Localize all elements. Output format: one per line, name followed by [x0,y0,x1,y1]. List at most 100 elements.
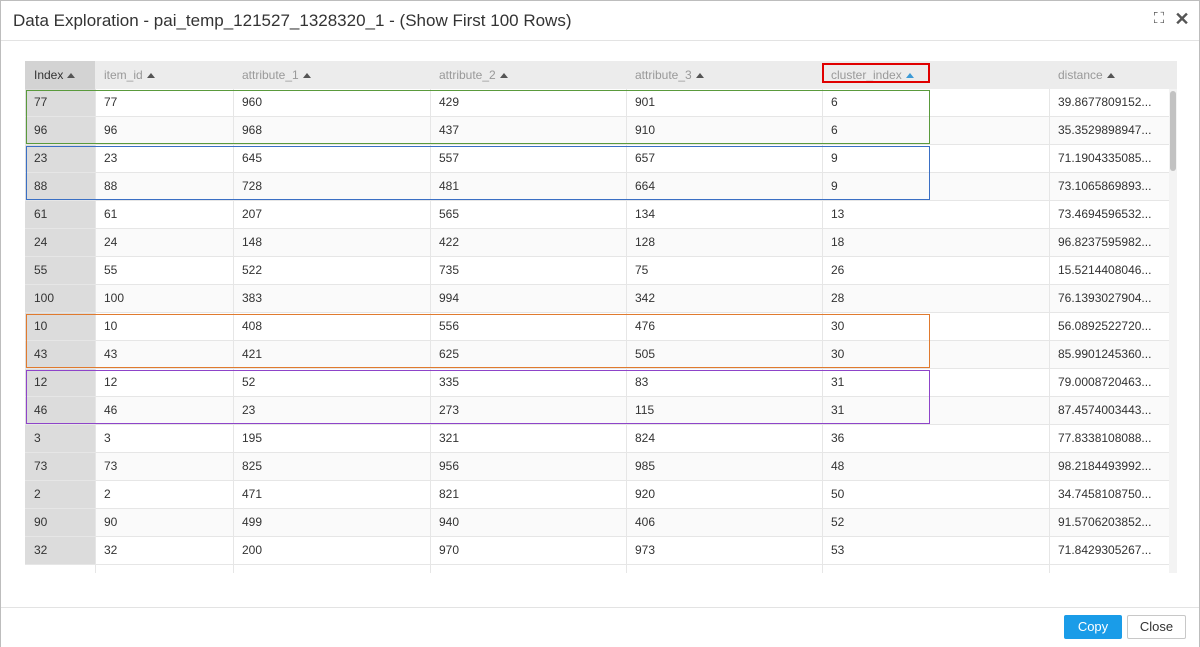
cell-item-id: 3 [104,431,111,445]
table-row[interactable]: 61 61 207 565 134 13 73.4694596532... [25,201,1169,229]
sort-arrow-icon[interactable] [499,73,508,78]
table-row[interactable]: 55 55 522 735 75 26 15.5214408046... [25,257,1169,285]
cell-attribute-2: 422 [439,235,460,249]
cell-distance: 56.0892522720... [1058,319,1152,333]
cell-attribute-1: 471 [242,487,263,501]
cell-item-id: 100 [104,291,125,305]
data-table: Index item_id attribute_1 attribute_2 attrib… [25,61,1177,573]
scrollbar-thumb[interactable] [1170,91,1176,171]
cell-distance: 15.5214408046... [1058,263,1152,277]
cell-attribute-3: 406 [635,515,656,529]
cell-attribute-1: 207 [242,207,263,221]
cell-attribute-3: 342 [635,291,656,305]
cell-index: 61 [25,201,95,228]
cell-distance: 39.8677809152... [1058,95,1152,109]
cell-attribute-1: 148 [242,235,263,249]
column-header-distance[interactable]: distance [1049,61,1169,89]
cell-item-id: 2 [104,487,111,501]
table-row[interactable]: 24 24 148 422 128 18 96.8237595982... [25,229,1169,257]
dialog-titlebar: Data Exploration - pai_temp_121527_13283… [1,1,1199,41]
column-header-label: attribute_3 [635,68,692,82]
cell-distance: 73.4694596532... [1058,207,1152,221]
cell-attribute-2: 956 [439,459,460,473]
cell-cluster-index: 52 [831,515,845,529]
table-row[interactable]: 100 100 383 994 342 28 76.1393027904... [25,285,1169,313]
cell-distance: 98.2184493992... [1058,459,1152,473]
cell-distance: 34.7458108750... [1058,487,1152,501]
dialog-title: Data Exploration - pai_temp_121527_13283… [13,11,572,30]
cell-index: 24 [25,229,95,256]
cell-distance: 91.5706203852... [1058,515,1152,529]
cell-index: 3 [25,425,95,452]
cell-index: 73 [25,453,95,480]
cell-attribute-2: 970 [439,543,460,557]
cell-attribute-2: 565 [439,207,460,221]
cell-cluster-index: 53 [831,543,845,557]
table-row[interactable]: 2 2 471 821 920 50 34.7458108750... [25,481,1169,509]
column-header-index[interactable]: Index [25,61,95,89]
cell-item-id: 24 [104,235,118,249]
cluster-group-box [26,370,930,424]
cell-attribute-2: 940 [439,515,460,529]
cell-item-id: 90 [104,515,118,529]
cell-distance: 35.3529898947... [1058,123,1152,137]
cell-distance: 73.1065869893... [1058,179,1152,193]
sorted-column-highlight [822,63,930,83]
cell-index: 2 [25,481,95,508]
cluster-group-box [26,90,930,144]
sort-arrow-icon[interactable] [302,73,311,78]
cell-index: 100 [25,285,95,312]
cell-distance: 71.1904335085... [1058,151,1152,165]
cell-index: 55 [25,257,95,284]
cell-cluster-index: 26 [831,263,845,277]
expand-icon[interactable]: ⛶ [1151,11,1167,27]
cell-cluster-index: 13 [831,207,845,221]
cell-cluster-index: 18 [831,235,845,249]
cell-attribute-3: 973 [635,543,656,557]
cell-attribute-2: 321 [439,431,460,445]
cluster-group-box [26,314,930,368]
cell-item-id: 61 [104,207,118,221]
cell-attribute-1: 195 [242,431,263,445]
cluster-group-box [26,146,930,200]
cell-distance: 96.8237595982... [1058,235,1152,249]
vertical-scrollbar[interactable] [1169,89,1177,573]
close-icon[interactable]: ✕ [1174,10,1190,28]
sort-arrow-icon[interactable] [146,73,155,78]
cell-cluster-index: 50 [831,487,845,501]
cell-index: 32 [25,537,95,564]
column-header-attribute-3[interactable]: attribute_3 [626,61,822,89]
sort-arrow-icon[interactable] [695,73,704,78]
column-header-attribute-1[interactable]: attribute_1 [233,61,430,89]
sort-arrow-icon[interactable] [67,73,76,78]
sort-arrow-icon[interactable] [1106,73,1115,78]
column-header-label: attribute_2 [439,68,496,82]
table-row[interactable]: 73 73 825 956 985 48 98.2184493992... [25,453,1169,481]
cell-attribute-1: 200 [242,543,263,557]
cell-attribute-2: 735 [439,263,460,277]
column-header-attribute-2[interactable]: attribute_2 [430,61,626,89]
table-row[interactable]: 90 90 499 940 406 52 91.5706203852... [25,509,1169,537]
cell-distance: 87.4574003443... [1058,403,1152,417]
cell-attribute-3: 75 [635,263,649,277]
cell-attribute-3: 985 [635,459,656,473]
table-row[interactable]: 32 32 200 970 973 53 71.8429305267... [25,537,1169,565]
column-header-label: item_id [104,68,143,82]
cell-item-id: 73 [104,459,118,473]
cell-cluster-index: 36 [831,431,845,445]
data-exploration-dialog: Data Exploration - pai_temp_121527_13283… [0,0,1200,647]
cell-distance: 71.8429305267... [1058,543,1152,557]
cell-attribute-1: 522 [242,263,263,277]
close-button[interactable]: Close [1127,615,1186,639]
copy-button[interactable]: Copy [1064,615,1122,639]
table-row[interactable]: 3 3 195 321 824 36 77.8338108088... [25,425,1169,453]
cell-distance: 76.1393027904... [1058,291,1152,305]
column-divider [1049,89,1050,573]
cell-attribute-3: 134 [635,207,656,221]
cell-item-id: 32 [104,543,118,557]
cell-attribute-3: 824 [635,431,656,445]
cell-attribute-3: 920 [635,487,656,501]
cell-attribute-2: 821 [439,487,460,501]
column-header-item-id[interactable]: item_id [95,61,233,89]
table-header: Index item_id attribute_1 attribute_2 attrib… [25,61,1177,89]
